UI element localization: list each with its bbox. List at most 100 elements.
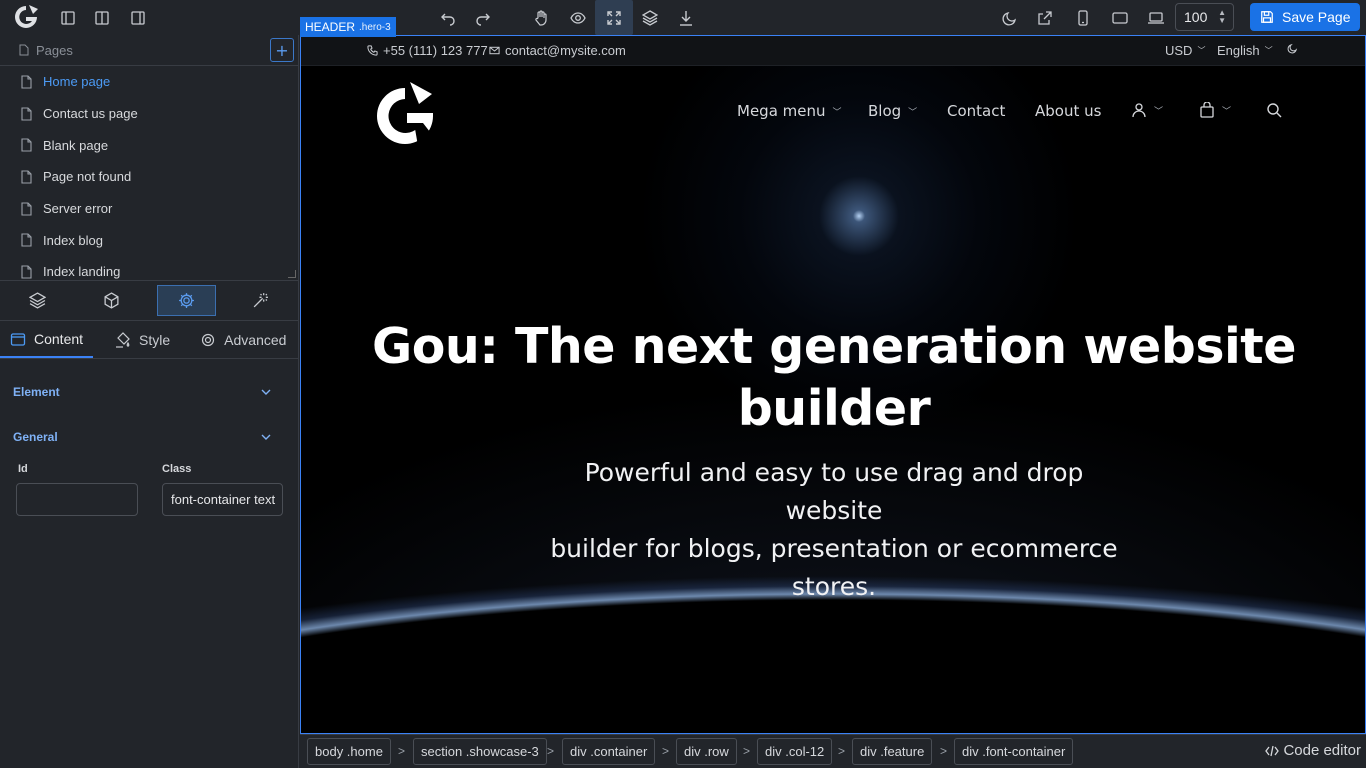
breadcrumb-bar: body .home > section .showcase-3 > div .… (300, 734, 1366, 768)
page-item-label: Server error (43, 201, 113, 217)
selected-class: .hero-3 (359, 21, 391, 33)
nav-contact[interactable]: Contact (947, 102, 1005, 120)
page-file-icon (21, 265, 32, 279)
page-item-label: Index blog (43, 232, 103, 248)
tab-advanced-label: Advanced (224, 331, 287, 348)
desktop-view-icon[interactable] (1144, 6, 1168, 30)
shopping-bag-icon (1200, 102, 1214, 118)
class-field-label: Class (162, 463, 192, 475)
breadcrumb-item[interactable]: div .row (676, 738, 737, 765)
phone-number: +55 (111) 123 777 (383, 43, 488, 58)
breadcrumb-item[interactable]: div .col-12 (757, 738, 833, 765)
page-item-home[interactable]: Home page (0, 66, 298, 98)
class-field[interactable]: font-container text (162, 483, 283, 516)
hero-subtitle-line: builder for blogs, presentation or ecomm… (550, 534, 1118, 563)
zoom-stepper-icon[interactable]: ▲ ▼ (1218, 9, 1226, 25)
app-logo-icon[interactable] (12, 3, 40, 31)
right-panel-toggle-icon[interactable] (126, 6, 150, 30)
hero-subtitle[interactable]: Powerful and easy to use drag and drop w… (534, 454, 1134, 606)
top-toolbar: 100 ▲ ▼ Save Page (0, 0, 1366, 35)
theme-toggle[interactable] (1287, 43, 1298, 54)
hand-drag-icon[interactable] (529, 6, 553, 30)
tab-content-label: Content (34, 330, 84, 347)
tab-properties[interactable] (156, 285, 216, 316)
breadcrumb-item[interactable]: div .container (562, 738, 656, 765)
email-address: contact@mysite.com (505, 43, 626, 58)
breadcrumb-separator: > (743, 744, 751, 758)
tab-components[interactable] (74, 281, 148, 320)
hero-subtitle-line: Powerful and easy to use drag and drop w… (584, 458, 1084, 525)
page-item-index-blog[interactable]: Index blog (0, 224, 298, 256)
page-file-icon (21, 75, 32, 89)
page-item-contact[interactable]: Contact us page (0, 98, 298, 130)
breadcrumb-item[interactable]: div .font-container (954, 738, 1074, 765)
resize-grip-icon[interactable] (288, 270, 296, 278)
panel-tabs (0, 281, 298, 321)
account-menu[interactable]: ﹀ (1131, 102, 1163, 118)
split-panel-toggle-icon[interactable] (90, 6, 114, 30)
site-logo-icon[interactable] (374, 82, 436, 146)
tab-style[interactable]: Style (93, 321, 180, 358)
chevron-down-icon: ﹀ (908, 107, 918, 118)
nav-mega-menu[interactable]: Mega menu ﹀ (737, 102, 842, 120)
save-page-button[interactable]: Save Page (1250, 3, 1360, 31)
pages-title: Pages (36, 42, 73, 58)
email-info[interactable]: contact@mysite.com (489, 43, 626, 58)
site-top-info-bar: +55 (111) 123 777 contact@mysite.com USD… (301, 36, 1365, 66)
site-search-button[interactable] (1266, 102, 1282, 118)
content-icon (10, 332, 26, 346)
tab-magic[interactable] (224, 281, 298, 320)
open-external-icon[interactable] (1033, 6, 1057, 30)
page-item-label: Contact us page (43, 106, 138, 122)
page-item-label: Page not found (43, 169, 132, 185)
nav-about-us[interactable]: About us (1035, 102, 1101, 120)
redo-icon[interactable] (471, 6, 495, 30)
cart-menu[interactable]: ﹀ (1199, 102, 1231, 118)
undo-icon[interactable] (436, 6, 460, 30)
section-general-label: General (13, 429, 58, 444)
id-field-label: Id (18, 463, 28, 475)
page-item-not-found[interactable]: Page not found (0, 161, 298, 193)
id-field[interactable] (16, 483, 138, 516)
page-item-blank[interactable]: Blank page (0, 129, 298, 161)
preview-eye-icon[interactable] (566, 6, 590, 30)
breadcrumb-item[interactable]: section .showcase-3 (413, 738, 547, 765)
save-disk-icon (1261, 11, 1273, 23)
tab-content[interactable]: Content (0, 321, 94, 358)
breadcrumb-item[interactable]: body .home (307, 738, 391, 765)
breadcrumb-separator: > (838, 744, 846, 758)
chevron-down-icon: ﹀ (1264, 46, 1273, 55)
hero-title-line: Gou: The next generation website (372, 318, 1296, 375)
add-page-button[interactable]: + (270, 38, 294, 62)
mobile-view-icon[interactable] (1071, 6, 1095, 30)
tab-advanced[interactable]: Advanced (180, 321, 296, 358)
nav-blog[interactable]: Blog ﹀ (868, 102, 917, 120)
code-editor-button[interactable]: Code editor (1265, 742, 1361, 759)
breadcrumb-item[interactable]: div .feature (852, 738, 933, 765)
tab-layers[interactable] (0, 281, 74, 320)
editor-canvas[interactable]: +55 (111) 123 777 contact@mysite.com USD… (300, 35, 1366, 734)
breadcrumb-separator: > (940, 744, 948, 758)
section-element[interactable]: Element (0, 369, 298, 414)
code-icon (1265, 745, 1280, 756)
page-file-icon (21, 138, 32, 152)
download-icon[interactable] (674, 6, 698, 30)
phone-info[interactable]: +55 (111) 123 777 (367, 43, 488, 58)
left-panel-toggle-icon[interactable] (56, 6, 80, 30)
language-dropdown[interactable]: English ﹀ (1217, 43, 1273, 58)
fullscreen-icon[interactable] (595, 0, 633, 35)
layers-icon[interactable] (638, 6, 662, 30)
zoom-input[interactable]: 100 ▲ ▼ (1175, 3, 1234, 31)
breadcrumb-separator: > (662, 744, 670, 758)
dark-mode-icon[interactable] (998, 6, 1022, 30)
hero-title[interactable]: Gou: The next generation website builder (301, 316, 1365, 440)
pages-list: Home page Contact us page Blank page Pag… (0, 66, 298, 281)
tablet-view-icon[interactable] (1108, 6, 1132, 30)
page-file-icon (21, 170, 32, 184)
section-general[interactable]: General (0, 414, 298, 459)
currency-dropdown[interactable]: USD ﹀ (1165, 43, 1205, 58)
breadcrumb-separator: > (398, 744, 406, 758)
page-item-index-landing[interactable]: Index landing (0, 256, 298, 280)
page-item-server-error[interactable]: Server error (0, 193, 298, 225)
gear-icon (178, 293, 194, 308)
